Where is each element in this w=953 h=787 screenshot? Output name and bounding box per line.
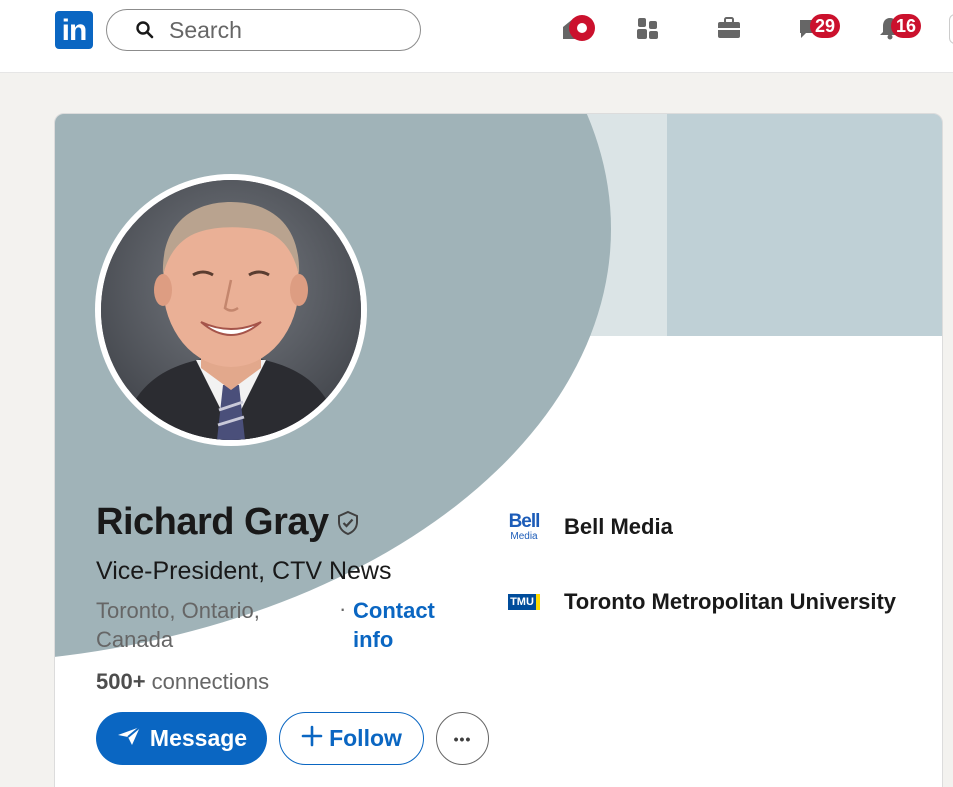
notifications-badge: 16 <box>891 14 922 38</box>
school-toronto-metropolitan-university[interactable]: TMU Toronto Metropolitan University <box>506 584 896 620</box>
profile-avatar[interactable] <box>95 174 367 446</box>
nav-notifications[interactable]: 16 <box>866 12 922 48</box>
tmu-logo: TMU <box>506 584 542 620</box>
connections-label: connections <box>145 669 270 694</box>
company-name: Bell Media <box>564 514 673 539</box>
search-box[interactable] <box>106 9 421 51</box>
profile-card: Richard Gray Vice-President, CTV News To… <box>54 113 943 787</box>
messaging-badge: 29 <box>810 14 841 38</box>
nav-my-network[interactable] <box>624 12 672 48</box>
school-name: Toronto Metropolitan University <box>564 589 897 614</box>
linkedin-logo[interactable]: in <box>55 11 93 49</box>
search-icon <box>135 20 155 40</box>
jobs-icon <box>716 16 742 45</box>
bell-media-logo: Bell Media <box>508 510 541 542</box>
home-notification-dot <box>569 15 595 41</box>
profile-location: Toronto, Ontario, Canada <box>96 598 260 652</box>
my-network-icon <box>635 16 661 45</box>
send-icon <box>116 725 142 753</box>
follow-button[interactable]: Follow <box>279 712 424 765</box>
connections-number: 500+ <box>96 669 146 694</box>
profile-photo <box>101 180 361 440</box>
separator-dot: · <box>339 596 347 621</box>
message-button-label: Message <box>149 725 248 751</box>
more-actions-button[interactable]: ••• <box>436 712 489 765</box>
follow-button-label: Follow <box>329 725 402 751</box>
nav-jobs[interactable] <box>705 12 753 48</box>
verified-shield-icon[interactable] <box>336 510 360 536</box>
company-bell-media[interactable]: Bell Media Bell Media <box>506 509 673 545</box>
nav-messaging[interactable]: 29 <box>785 12 841 48</box>
message-button[interactable]: Message <box>96 712 267 765</box>
contact-info-link[interactable]: Contact info <box>353 596 473 654</box>
me-menu-edge[interactable] <box>949 14 953 44</box>
top-nav-bar: in 29 16 <box>0 0 953 73</box>
plus-icon <box>301 725 323 753</box>
profile-headline: Vice-President, CTV News <box>96 557 392 585</box>
connections-count[interactable]: 500+ connections <box>96 669 269 695</box>
nav-home[interactable] <box>550 12 598 48</box>
search-input[interactable] <box>169 16 389 44</box>
profile-name: Richard Gray <box>96 501 329 543</box>
more-dots-icon: ••• <box>453 730 472 747</box>
